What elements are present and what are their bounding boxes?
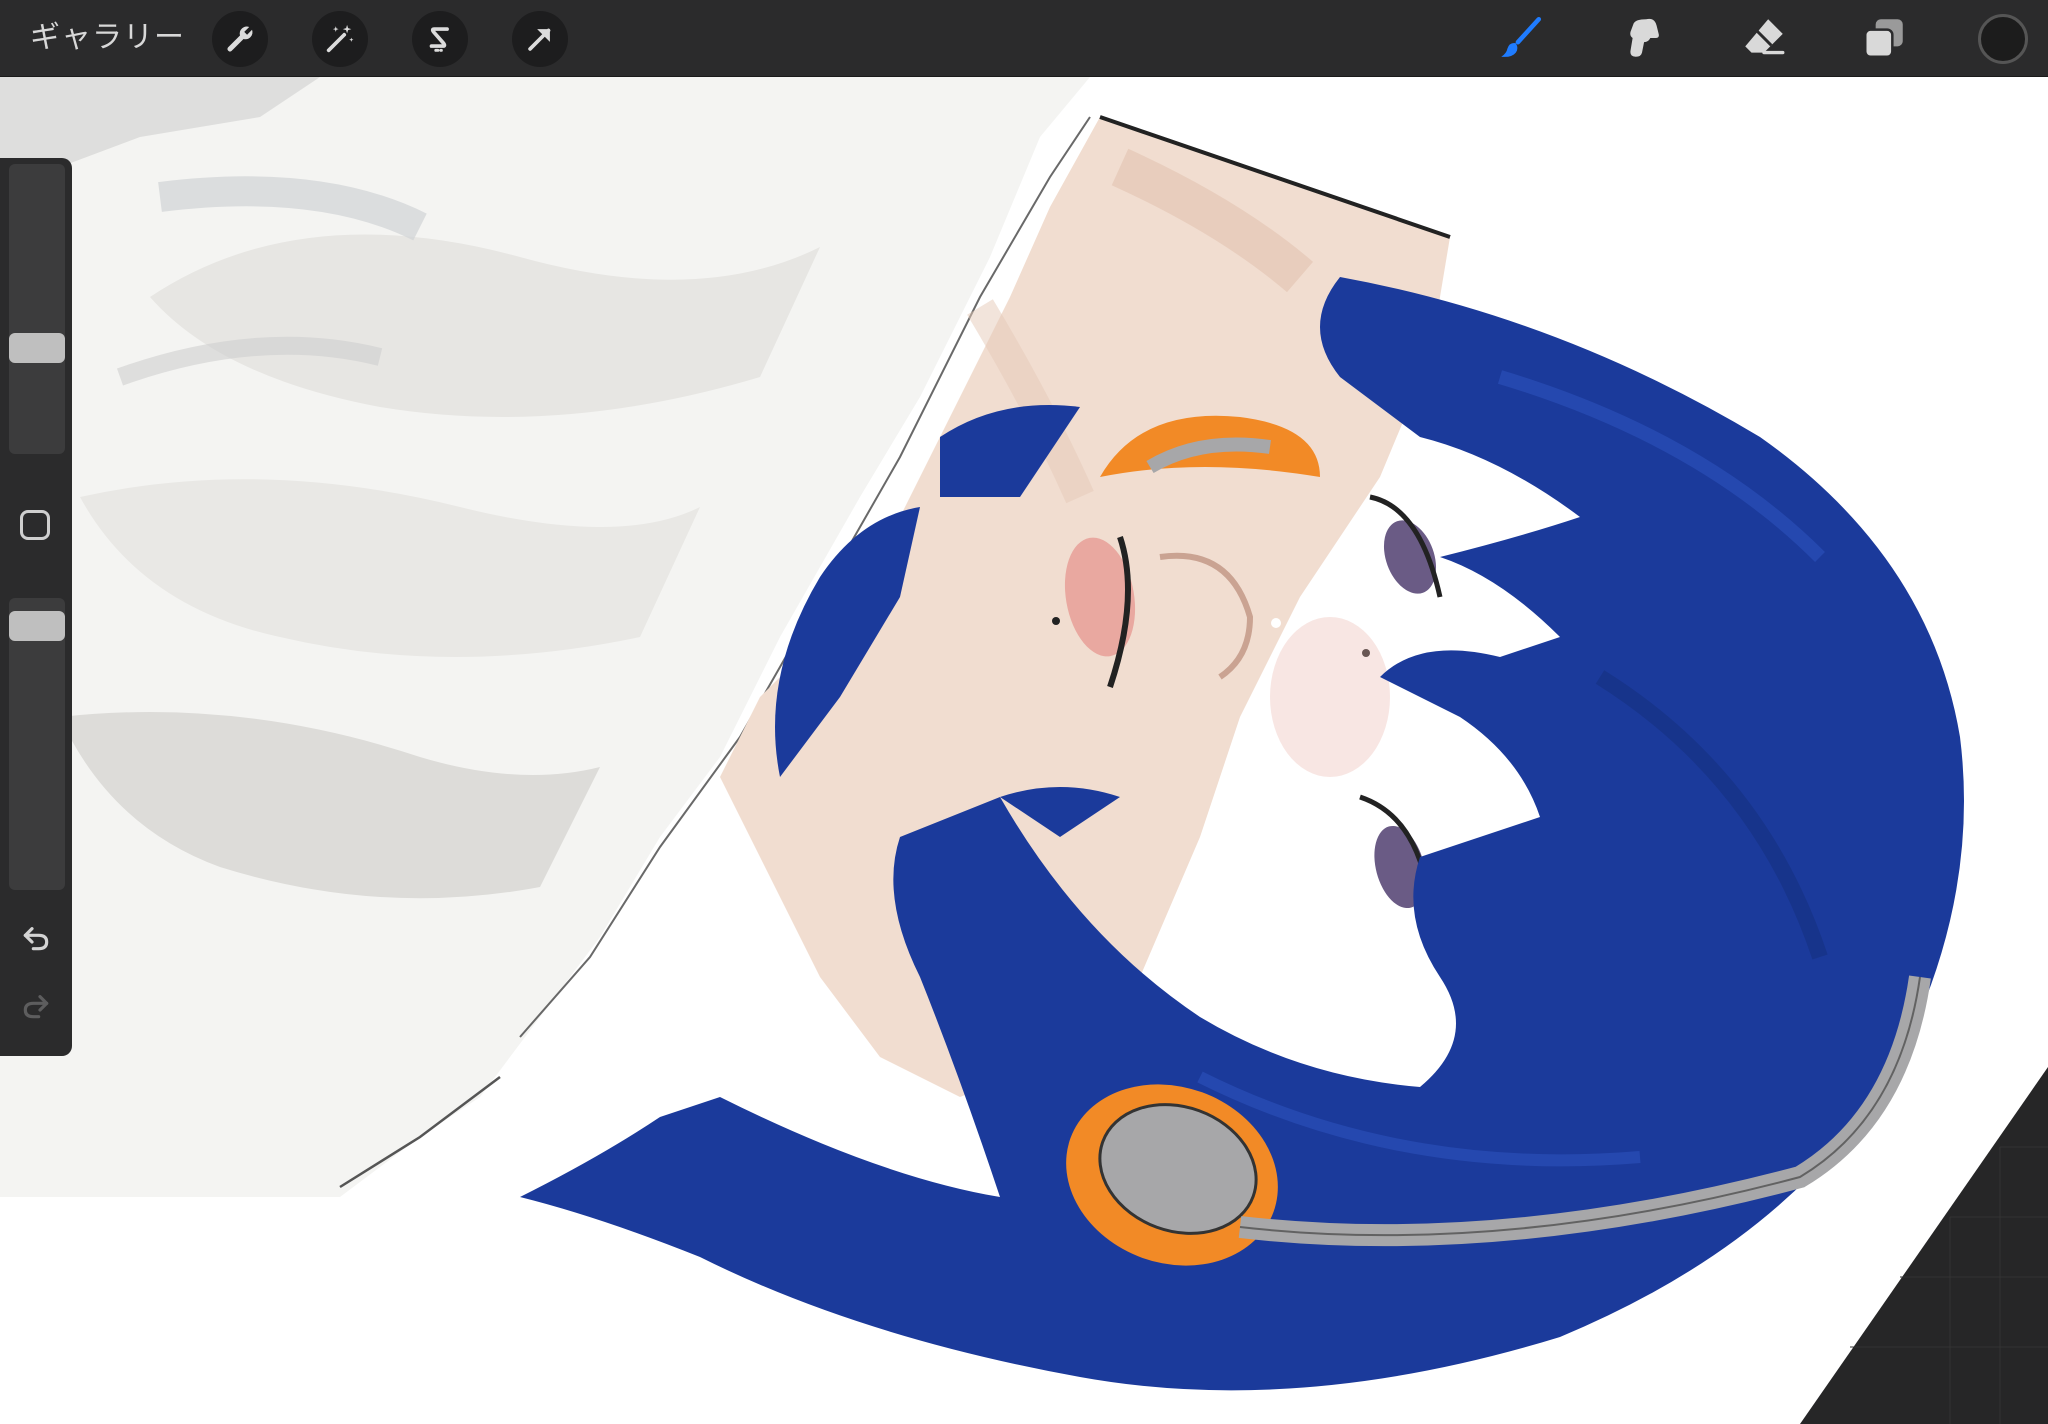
actions-button[interactable] xyxy=(212,11,268,67)
modify-button[interactable] xyxy=(20,510,50,540)
transform-arrow-icon xyxy=(528,28,551,51)
smudge-icon xyxy=(1630,18,1659,57)
eraser-tool[interactable] xyxy=(1738,12,1790,64)
top-toolbar: ギャラリー xyxy=(0,0,2048,77)
undo-icon xyxy=(23,927,49,951)
brush-size-slider[interactable] xyxy=(9,164,65,454)
wrench-icon xyxy=(227,26,253,52)
layers-icon xyxy=(1864,19,1903,58)
color-picker-button[interactable] xyxy=(1978,14,2028,64)
opacity-slider[interactable] xyxy=(9,598,65,890)
adjustments-button[interactable] xyxy=(312,11,368,67)
selection-button[interactable] xyxy=(412,11,468,67)
selection-s-icon xyxy=(429,27,449,52)
redo-icon xyxy=(23,995,49,1019)
opacity-slider-thumb[interactable] xyxy=(9,611,65,641)
eraser-icon xyxy=(1745,19,1785,55)
magic-wand-icon xyxy=(326,24,354,53)
undo-button[interactable] xyxy=(14,916,58,960)
illustration-artwork xyxy=(0,77,2048,1424)
redo-button[interactable] xyxy=(14,984,58,1028)
brush-tool[interactable] xyxy=(1494,12,1546,64)
transform-button[interactable] xyxy=(512,11,568,67)
smudge-tool[interactable] xyxy=(1616,12,1668,64)
layers-tool[interactable] xyxy=(1858,12,1910,64)
brush-icon xyxy=(1501,16,1542,57)
gallery-button[interactable]: ギャラリー xyxy=(30,0,185,76)
brush-size-slider-thumb[interactable] xyxy=(9,333,65,363)
drawing-canvas[interactable] xyxy=(0,77,2048,1424)
left-sidebar xyxy=(0,158,72,1056)
